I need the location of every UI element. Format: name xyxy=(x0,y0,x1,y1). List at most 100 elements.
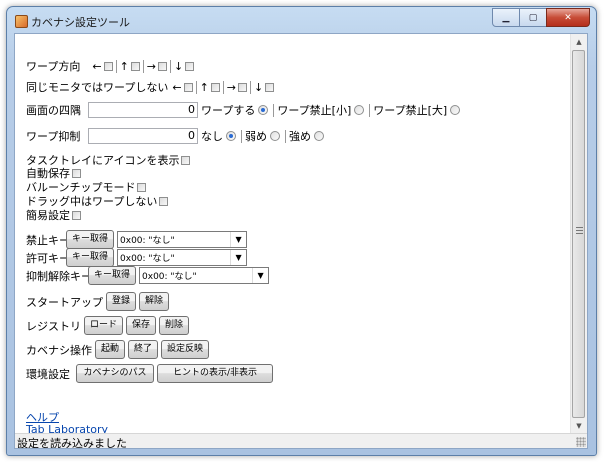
registry-label: レジストリ xyxy=(26,319,81,333)
warp-direction-label: ワープ方向 xyxy=(26,60,81,73)
hint-toggle-button[interactable]: ヒントの表示/非表示 xyxy=(157,364,273,383)
divider xyxy=(222,80,224,94)
environment-row: 環境設定 カベナシのパス ヒントの表示/非表示 xyxy=(26,364,276,383)
divider xyxy=(250,80,251,94)
suppress-strong-radio[interactable] xyxy=(314,131,324,141)
scroll-up-icon[interactable]: ▲ xyxy=(571,34,587,50)
resize-grip-icon[interactable] xyxy=(576,437,586,447)
corners-option-label: ワープする xyxy=(201,104,256,117)
window-title: カベナシ設定ツール xyxy=(31,16,130,29)
maximize-button[interactable]: ▢ xyxy=(519,8,547,27)
divider xyxy=(273,103,275,117)
app-window: カベナシ設定ツール ▁ ▢ ✕ ワープ方向 ← ↑ → ↓ 同じモニタではワープ… xyxy=(6,6,597,456)
arrow-left-icon: ← xyxy=(172,80,182,94)
startup-remove-button[interactable]: 解除 xyxy=(139,292,170,311)
same-down-checkbox[interactable] xyxy=(265,82,275,92)
arrow-right-icon: → xyxy=(226,80,236,94)
startup-register-button[interactable]: 登録 xyxy=(106,292,137,311)
divider xyxy=(285,129,286,143)
allow-key-label: 許可キー xyxy=(26,251,70,265)
suppress-input[interactable]: 0 xyxy=(88,128,198,144)
suppress-label: ワープ抑制 xyxy=(26,130,81,143)
release-key-select[interactable]: 0x00: "なし" ▼ xyxy=(139,267,270,284)
scroll-down-icon[interactable]: ▼ xyxy=(571,418,587,434)
environment-label: 環境設定 xyxy=(26,367,70,381)
divider xyxy=(195,80,197,94)
status-text: 設定を読み込みました xyxy=(17,437,127,449)
minimize-button[interactable]: ▁ xyxy=(492,8,520,27)
suppress-option-label: 弱め xyxy=(245,130,267,143)
allow-key-value: 0x00: "なし" xyxy=(120,254,175,264)
allow-key-select[interactable]: 0x00: "なし" ▼ xyxy=(117,249,248,266)
release-key-value: 0x00: "なし" xyxy=(142,272,197,282)
arrow-up-icon: ↑ xyxy=(119,59,129,73)
registry-save-button[interactable]: 保存 xyxy=(126,316,157,335)
corners-small-radio[interactable] xyxy=(354,105,365,115)
suppress-row: ワープ抑制 0 なし 弱め 強め xyxy=(26,128,326,144)
divider xyxy=(142,59,144,73)
suppress-weak-radio[interactable] xyxy=(270,131,280,141)
same-left-checkbox[interactable] xyxy=(183,82,193,92)
title-bar[interactable]: カベナシ設定ツール ▁ ▢ ✕ xyxy=(7,7,596,33)
vertical-scrollbar[interactable]: ▲ ▼ xyxy=(570,34,587,434)
warp-down-checkbox[interactable] xyxy=(185,61,195,71)
forbid-key-row: 禁止キー キー取得 0x00: "なし" ▼ xyxy=(26,230,248,249)
corners-input[interactable]: 0 xyxy=(88,102,198,118)
forbid-key-select[interactable]: 0x00: "なし" ▼ xyxy=(117,231,248,248)
corners-large-radio[interactable] xyxy=(450,105,461,115)
registry-delete-button[interactable]: 削除 xyxy=(159,316,190,335)
warp-right-checkbox[interactable] xyxy=(158,61,167,71)
warp-direction-row: ワープ方向 ← ↑ → ↓ xyxy=(26,58,195,74)
suppress-option-label: 強め xyxy=(289,130,311,143)
startup-row: スタートアップ 登録 解除 xyxy=(26,292,172,311)
arrow-down-icon: ↓ xyxy=(254,80,264,94)
operation-row: カベナシ操作 起動 終了 設定反映 xyxy=(26,340,212,359)
divider xyxy=(170,59,171,73)
divider xyxy=(115,59,117,73)
drag-checkbox[interactable] xyxy=(159,196,169,206)
suppress-none-radio[interactable] xyxy=(226,131,236,141)
chevron-down-icon[interactable]: ▼ xyxy=(252,268,268,283)
autosave-checkbox[interactable] xyxy=(72,168,81,178)
simple-checkbox[interactable] xyxy=(72,210,81,220)
suppress-option-label: なし xyxy=(201,130,223,143)
balloon-checkbox[interactable] xyxy=(137,182,147,192)
arrow-down-icon: ↓ xyxy=(174,59,184,73)
chevron-down-icon[interactable]: ▼ xyxy=(230,232,246,247)
app-icon xyxy=(15,15,28,28)
exit-button[interactable]: 終了 xyxy=(128,340,159,359)
warp-left-checkbox[interactable] xyxy=(103,61,113,71)
release-key-get-button[interactable]: キー取得 xyxy=(88,266,137,285)
same-up-checkbox[interactable] xyxy=(210,82,220,92)
release-key-row: 抑制解除キー キー取得 0x00: "なし" ▼ xyxy=(26,266,270,285)
warp-up-checkbox[interactable] xyxy=(130,61,140,71)
corners-row: 画面の四隅 0 ワープする ワープ禁止[小] ワープ禁止[大] xyxy=(26,102,462,118)
scroll-thumb[interactable] xyxy=(572,50,585,418)
forbid-key-get-button[interactable]: キー取得 xyxy=(66,230,115,249)
kabenashi-path-button[interactable]: カベナシのパス xyxy=(76,364,154,383)
corners-option-label: ワープ禁止[小] xyxy=(277,104,352,117)
same-monitor-row: 同じモニタではワープしない ← ↑ → ↓ xyxy=(26,79,275,95)
divider xyxy=(241,129,242,143)
grip-icon xyxy=(576,227,583,236)
allow-key-get-button[interactable]: キー取得 xyxy=(66,248,115,267)
allow-key-row: 許可キー キー取得 0x00: "なし" ▼ xyxy=(26,248,248,267)
corners-warp-radio[interactable] xyxy=(258,105,269,115)
close-button[interactable]: ✕ xyxy=(546,8,590,27)
same-right-checkbox[interactable] xyxy=(238,82,247,92)
checkbox-simple-row: 簡易設定 xyxy=(26,207,81,223)
corners-label: 画面の四隅 xyxy=(26,104,81,117)
start-button[interactable]: 起動 xyxy=(95,340,126,359)
simple-label: 簡易設定 xyxy=(26,209,70,222)
apply-settings-button[interactable]: 設定反映 xyxy=(161,340,210,359)
status-bar: 設定を読み込みました xyxy=(15,433,587,448)
registry-load-button[interactable]: ロード xyxy=(84,316,124,335)
tray-icon-checkbox[interactable] xyxy=(181,155,191,165)
arrow-right-icon: → xyxy=(146,59,156,73)
chevron-down-icon[interactable]: ▼ xyxy=(230,250,246,265)
forbid-key-value: 0x00: "なし" xyxy=(120,236,175,246)
operation-label: カベナシ操作 xyxy=(26,343,92,357)
registry-row: レジストリ ロード 保存 削除 xyxy=(26,316,192,335)
corners-option-label: ワープ禁止[大] xyxy=(373,104,448,117)
arrow-up-icon: ↑ xyxy=(199,80,209,94)
